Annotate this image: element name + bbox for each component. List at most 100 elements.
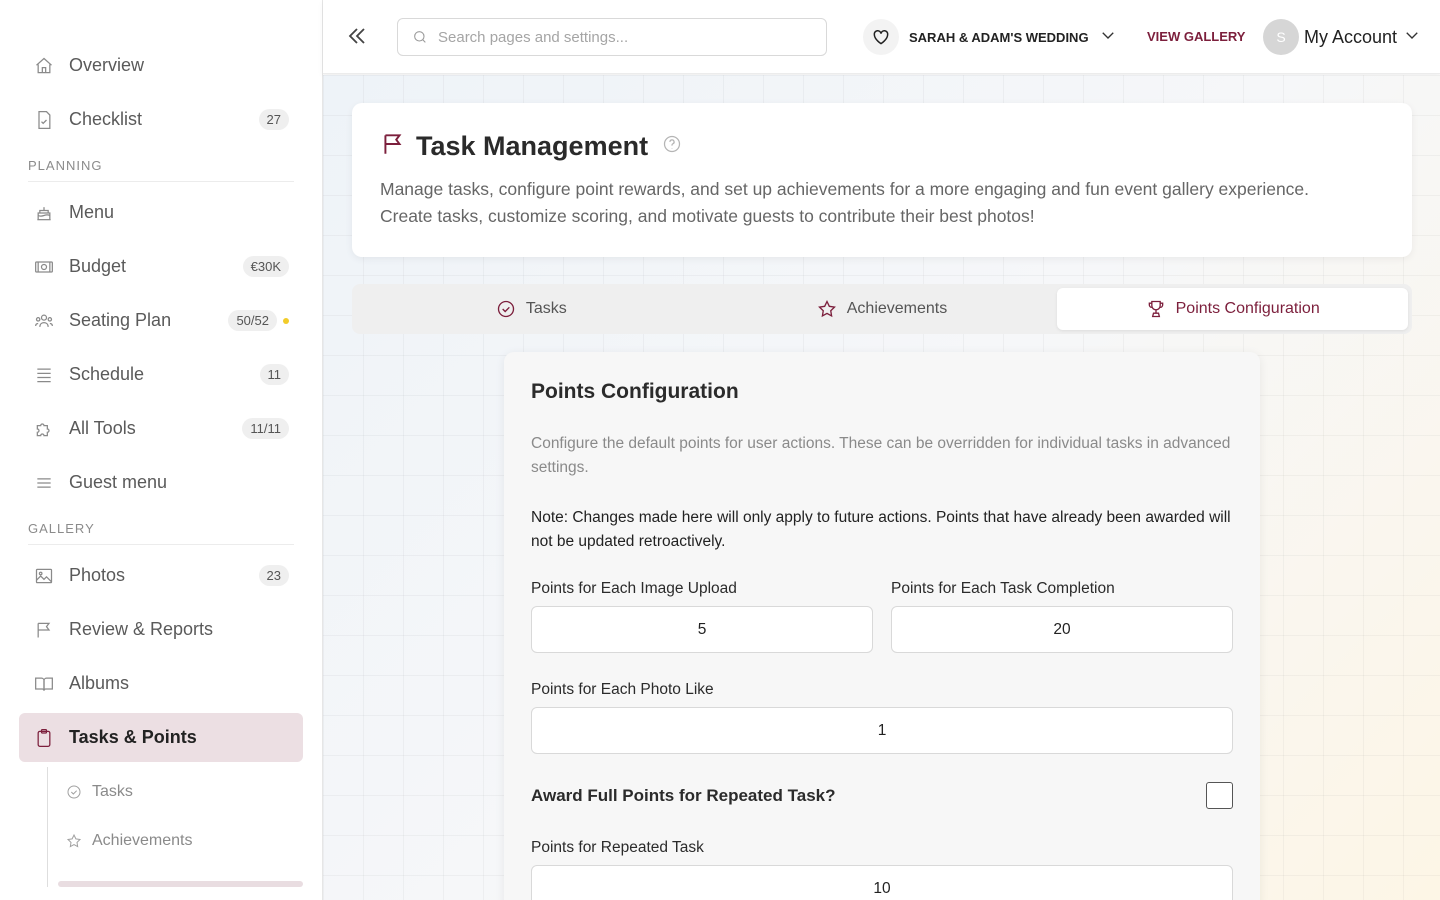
- heart-icon: [863, 19, 899, 55]
- sidebar-item-tasks-points[interactable]: Tasks & Points: [19, 713, 303, 762]
- menu-lines-icon: [33, 472, 55, 494]
- sidebar-item-label: Budget: [69, 256, 127, 276]
- sidebar-item-all-tools[interactable]: All Tools 11/11: [19, 404, 303, 453]
- task-completion-label: Points for Each Task Completion: [891, 580, 1115, 597]
- count-badge: 11/11: [242, 418, 289, 439]
- search-box[interactable]: [397, 18, 827, 56]
- sidebar-item-guest-menu[interactable]: Guest menu: [19, 458, 303, 507]
- image-upload-field: Points for Each Image Upload: [531, 580, 873, 653]
- repeated-task-checkbox[interactable]: [1206, 782, 1233, 809]
- tab-points-configuration[interactable]: Points Configuration: [1057, 288, 1409, 330]
- sidebar-item-photos[interactable]: Photos 23: [19, 551, 303, 600]
- count-badge: 50/52: [228, 310, 277, 331]
- check-circle-icon: [497, 300, 515, 318]
- sidebar-item-checklist[interactable]: Checklist 27: [19, 95, 303, 144]
- checklist-icon: [33, 109, 55, 131]
- task-completion-field: Points for Each Task Completion: [891, 580, 1233, 653]
- section-label-gallery: GALLERY: [28, 521, 294, 545]
- schedule-icon: [33, 364, 55, 386]
- config-title: Points Configuration: [531, 380, 739, 403]
- sidebar-subitem-tasks[interactable]: Tasks: [66, 767, 303, 816]
- sidebar-item-schedule[interactable]: Schedule 11: [19, 350, 303, 399]
- sidebar-item-label: Overview: [69, 55, 145, 75]
- chevron-down-icon: [1099, 26, 1117, 49]
- avatar: S: [1263, 19, 1299, 55]
- photo-like-field: Points for Each Photo Like: [531, 681, 1233, 754]
- account-menu[interactable]: S My Account: [1263, 19, 1421, 55]
- sidebar-item-review-reports[interactable]: Review & Reports: [19, 605, 303, 654]
- sidebar-item-label: Checklist: [69, 109, 143, 129]
- sidebar-item-label: Tasks & Points: [69, 727, 197, 747]
- tab-tasks[interactable]: Tasks: [356, 288, 707, 330]
- star-icon: [66, 833, 82, 847]
- section-label-planning: PLANNING: [28, 158, 294, 182]
- count-badge: 23: [258, 565, 289, 586]
- money-icon: [33, 256, 55, 278]
- image-upload-label: Points for Each Image Upload: [531, 580, 737, 597]
- sidebar-item-label: Seating Plan: [69, 310, 172, 330]
- people-icon: [33, 310, 55, 332]
- sidebar-item-label: Review & Reports: [69, 619, 214, 639]
- repeated-task-label: Points for Repeated Task: [531, 839, 704, 856]
- view-gallery-link[interactable]: VIEW GALLERY: [1147, 29, 1245, 44]
- account-label: My Account: [1304, 26, 1398, 47]
- event-name: SARAH & ADAM'S WEDDING: [909, 29, 1089, 45]
- sidebar: Overview Checklist 27 PLANNING Menu Budg…: [0, 0, 323, 900]
- search-icon: [414, 31, 426, 43]
- repeated-task-input[interactable]: [531, 865, 1233, 900]
- event-selector[interactable]: SARAH & ADAM'S WEDDING: [863, 19, 1117, 55]
- page-description: Manage tasks, configure point rewards, a…: [380, 176, 1384, 230]
- help-icon[interactable]: [662, 134, 682, 159]
- double-chevron-left-icon: [348, 28, 365, 44]
- repeated-task-field: Points for Repeated Task: [531, 839, 1233, 900]
- points-config-card: Points Configuration Configure the defau…: [504, 352, 1260, 900]
- chevron-down-icon: [1403, 26, 1421, 49]
- sidebar-item-menu[interactable]: Menu: [19, 188, 303, 237]
- sidebar-sub-list: Tasks Achievements: [47, 767, 303, 887]
- image-icon: [33, 565, 55, 587]
- main-content: Task Management Manage tasks, configure …: [323, 75, 1440, 900]
- tab-bar: Tasks Achievements Points Configuration: [352, 284, 1412, 334]
- config-note: Note: Changes made here will only apply …: [531, 509, 1231, 550]
- sidebar-item-label: Photos: [69, 565, 126, 585]
- task-completion-input[interactable]: [891, 606, 1233, 653]
- trophy-icon: [1148, 300, 1163, 318]
- sidebar-subitem-achievements[interactable]: Achievements: [66, 816, 303, 865]
- tab-label: Tasks: [525, 300, 567, 317]
- topbar: SARAH & ADAM'S WEDDING VIEW GALLERY S My…: [323, 0, 1440, 74]
- repeated-task-question: Award Full Points for Repeated Task?: [531, 785, 836, 805]
- page-title: Task Management: [416, 131, 649, 161]
- cake-icon: [33, 202, 55, 224]
- flag-icon: [33, 619, 55, 641]
- page-description-line-1: Manage tasks, configure point rewards, a…: [380, 179, 1310, 199]
- count-badge: 11: [259, 364, 289, 385]
- status-dot: [283, 317, 289, 324]
- page-header-card: Task Management Manage tasks, configure …: [352, 103, 1412, 257]
- count-badge: 27: [258, 109, 289, 130]
- tab-label: Points Configuration: [1175, 300, 1320, 317]
- tab-label: Achievements: [846, 300, 948, 317]
- photo-like-input[interactable]: [531, 707, 1233, 754]
- tab-achievements[interactable]: Achievements: [707, 288, 1058, 330]
- check-circle-icon: [67, 785, 81, 798]
- sidebar-subitem-label: Achievements: [92, 831, 193, 849]
- sidebar-item-overview[interactable]: Overview: [19, 41, 303, 90]
- sidebar-item-albums[interactable]: Albums: [19, 659, 303, 708]
- search-input[interactable]: [438, 28, 798, 46]
- sidebar-item-budget[interactable]: Budget €30K: [19, 242, 303, 291]
- collapse-sidebar-button[interactable]: [345, 24, 369, 48]
- sidebar-item-seating-plan[interactable]: Seating Plan 50/52: [19, 296, 303, 345]
- sidebar-item-label: Schedule: [69, 364, 145, 384]
- sidebar-item-label: Menu: [69, 202, 115, 222]
- home-icon: [33, 55, 55, 77]
- sidebar-subitem-active-indicator: [58, 881, 303, 887]
- puzzle-icon: [33, 418, 55, 440]
- image-upload-input[interactable]: [531, 606, 873, 653]
- flag-icon: [380, 131, 416, 162]
- sidebar-item-label: Albums: [69, 673, 130, 693]
- sidebar-item-label: Guest menu: [69, 472, 168, 492]
- sidebar-item-label: All Tools: [69, 418, 136, 438]
- photo-like-label: Points for Each Photo Like: [531, 681, 714, 698]
- clipboard-icon: [33, 727, 55, 749]
- book-icon: [33, 673, 55, 695]
